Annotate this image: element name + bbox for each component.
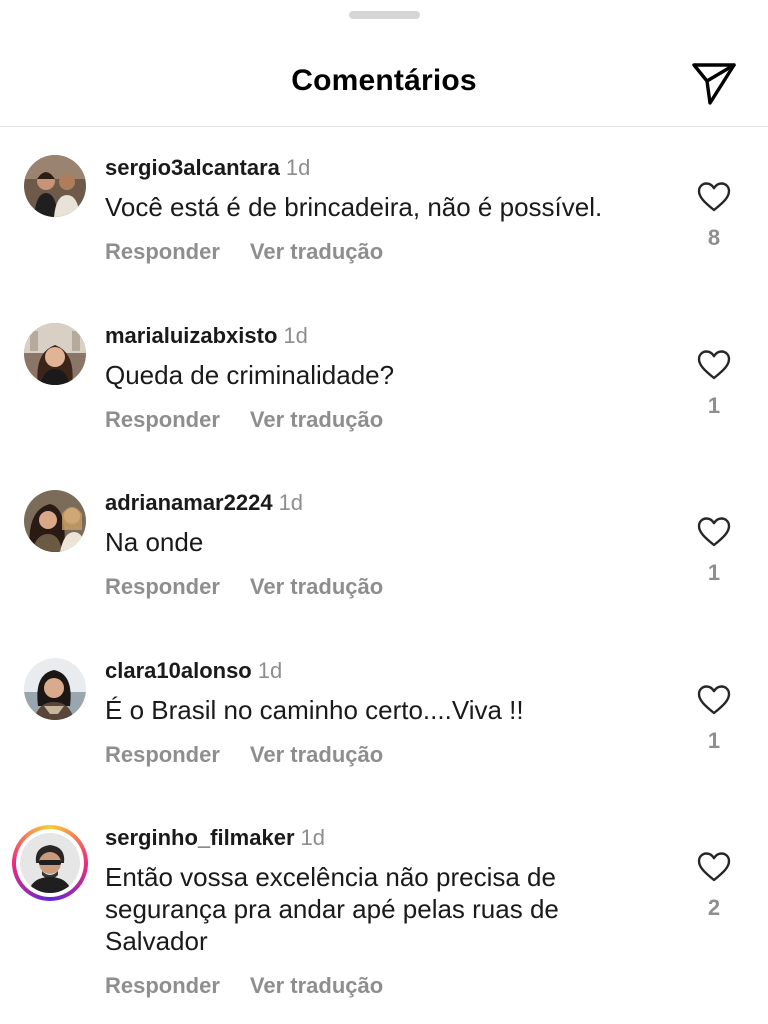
comment-time: 1d: [278, 490, 304, 515]
like-control: 2: [693, 851, 735, 921]
heart-icon[interactable]: [696, 181, 732, 213]
comment-meta: serginho_filmaker 1d: [105, 825, 325, 851]
comment-username[interactable]: marialuizabxisto: [105, 323, 277, 348]
heart-icon[interactable]: [696, 349, 732, 381]
translate-button[interactable]: Ver tradução: [250, 407, 383, 432]
comment-text: Na onde: [105, 527, 204, 557]
comment-actions: Responder Ver tradução: [105, 742, 383, 768]
like-count: 1: [707, 393, 721, 418]
comment-actions: Responder Ver tradução: [105, 407, 383, 433]
comment-meta: clara10alonso 1d: [105, 658, 282, 684]
translate-button[interactable]: Ver tradução: [250, 742, 383, 767]
avatar[interactable]: [24, 490, 86, 552]
comment-time: 1d: [257, 658, 283, 683]
like-control: 1: [693, 349, 735, 419]
comment-username[interactable]: serginho_filmaker: [105, 825, 295, 850]
comment-meta: sergio3alcantara 1d: [105, 155, 310, 181]
translate-button[interactable]: Ver tradução: [250, 239, 383, 264]
translate-button[interactable]: Ver tradução: [250, 574, 383, 599]
comment-text: Então vossa excelência não precisa de se…: [105, 862, 559, 956]
comment-time: 1d: [283, 323, 308, 348]
comment-meta: adrianamar2224 1d: [105, 490, 303, 516]
paper-plane-icon[interactable]: [690, 60, 738, 106]
comment-username[interactable]: adrianamar2224: [105, 490, 273, 515]
heart-icon[interactable]: [696, 516, 732, 548]
avatar[interactable]: [24, 323, 86, 385]
comment-actions: Responder Ver tradução: [105, 239, 383, 265]
comment-time: 1d: [300, 825, 325, 850]
like-count: 2: [707, 895, 721, 920]
like-count: 1: [707, 560, 721, 585]
avatar[interactable]: [24, 658, 86, 720]
reply-button[interactable]: Responder: [105, 574, 220, 599]
comment-actions: Responder Ver tradução: [105, 574, 383, 600]
comment-text: Você está é de brincadeira, não é possív…: [105, 192, 603, 222]
avatar: [16, 829, 84, 897]
comment-meta: marialuizabxisto 1d: [105, 323, 308, 349]
comment-text: Queda de criminalidade?: [105, 360, 395, 390]
heart-icon[interactable]: [696, 851, 732, 883]
avatar[interactable]: [24, 155, 86, 217]
comment-actions: Responder Ver tradução: [105, 973, 383, 999]
page-title: Comentários: [291, 64, 477, 97]
comment-text: É o Brasil no caminho certo....Viva !!: [105, 695, 524, 725]
comment-time: 1d: [285, 155, 311, 180]
translate-button[interactable]: Ver tradução: [250, 973, 383, 998]
avatar-story-ring[interactable]: [12, 825, 88, 901]
reply-button[interactable]: Responder: [105, 407, 220, 432]
reply-button[interactable]: Responder: [105, 239, 220, 264]
like-control: 1: [693, 516, 735, 586]
like-count: 8: [707, 225, 721, 250]
like-control: 1: [693, 684, 735, 754]
heart-icon[interactable]: [696, 684, 732, 716]
comment-username[interactable]: clara10alonso: [105, 658, 252, 683]
comment-username[interactable]: sergio3alcantara: [105, 155, 280, 180]
comments-header: Comentários: [0, 0, 768, 127]
like-control: 8: [693, 181, 735, 251]
comments-sheet: Comentários sergio3alcantara 1d Você está: [0, 0, 768, 1024]
reply-button[interactable]: Responder: [105, 973, 220, 998]
reply-button[interactable]: Responder: [105, 742, 220, 767]
like-count: 1: [707, 728, 721, 753]
